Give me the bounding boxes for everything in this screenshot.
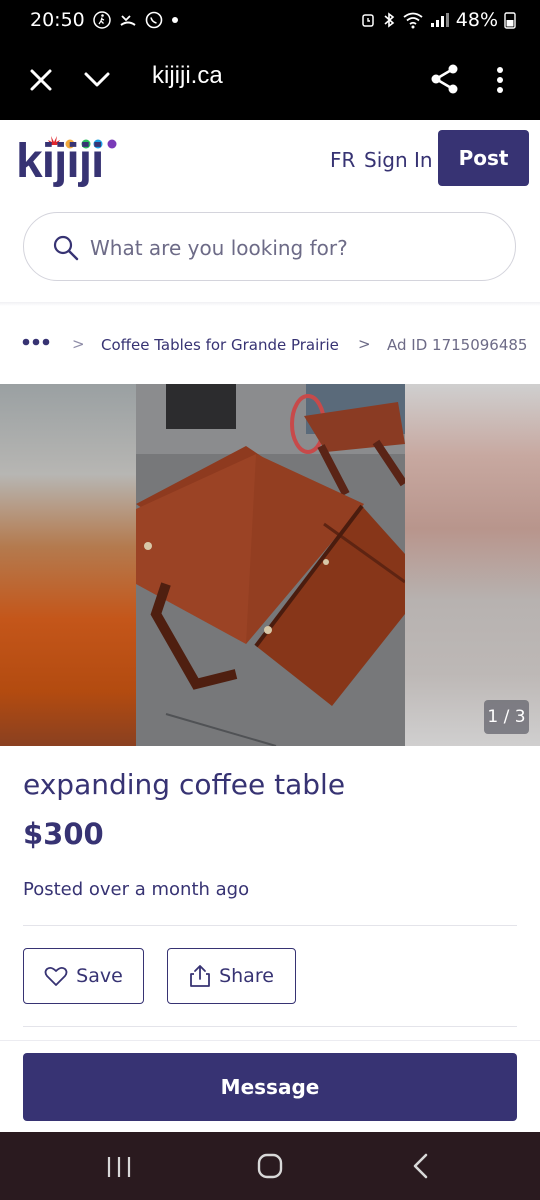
status-right: 48% <box>360 9 516 31</box>
wifi-icon <box>402 11 424 29</box>
battery-icon <box>504 11 516 29</box>
breadcrumb: > Coffee Tables for Grande Prairie > Ad … <box>0 330 540 360</box>
more-vert-icon[interactable] <box>490 64 510 96</box>
breadcrumb-separator: > <box>358 335 371 353</box>
site-header: kijiji FR Sign In Post <box>0 120 540 210</box>
system-nav-bar <box>0 1132 540 1200</box>
missed-call-icon <box>119 11 137 29</box>
status-time: 20:50 <box>30 9 85 31</box>
gallery-counter: 1 / 3 <box>484 700 529 734</box>
share-button[interactable]: Share <box>167 948 296 1004</box>
share-label: Share <box>219 965 274 987</box>
divider <box>23 925 517 926</box>
message-bar: Message <box>0 1040 540 1132</box>
sign-in-link[interactable]: Sign In <box>364 148 433 172</box>
signal-icon <box>430 12 450 28</box>
kijiji-logo[interactable]: kijiji <box>16 128 126 198</box>
home-icon[interactable] <box>256 1152 284 1180</box>
browser-toolbar: kijiji.ca <box>0 40 540 120</box>
search-placeholder: What are you looking for? <box>90 236 348 260</box>
message-button[interactable]: Message <box>23 1053 517 1121</box>
status-bar: 20:50 48% <box>0 0 540 40</box>
save-button[interactable]: Save <box>23 948 144 1004</box>
heart-icon <box>44 966 68 986</box>
listing-price: $300 <box>23 817 104 851</box>
close-icon[interactable] <box>26 65 56 95</box>
gallery-blur-left <box>0 384 136 746</box>
recents-icon[interactable] <box>104 1154 134 1180</box>
breadcrumb-more[interactable] <box>22 334 50 352</box>
header-divider <box>0 302 540 306</box>
gallery-blur-right <box>405 384 540 746</box>
search-icon <box>52 234 80 262</box>
breadcrumb-separator: > <box>72 335 85 353</box>
chevron-down-icon[interactable] <box>82 65 112 95</box>
posted-date: Posted over a month ago <box>23 879 250 900</box>
status-left: 20:50 <box>30 9 179 31</box>
share-icon[interactable] <box>428 62 462 96</box>
listing-title: expanding coffee table <box>23 768 346 801</box>
logo-wordmark: kijiji <box>16 135 104 188</box>
battery-percent: 48% <box>455 9 498 31</box>
notification-dot-icon <box>171 16 179 24</box>
alarm-icon <box>360 12 376 28</box>
url-text[interactable]: kijiji.ca <box>152 62 223 90</box>
walk-icon <box>93 11 111 29</box>
image-gallery[interactable]: 1 / 3 <box>0 384 540 746</box>
bluetooth-icon <box>382 11 396 29</box>
post-button[interactable]: Post <box>438 130 529 186</box>
whatsapp-icon <box>145 11 163 29</box>
language-fr-link[interactable]: FR <box>330 148 355 172</box>
divider <box>23 1026 517 1027</box>
search-input[interactable]: What are you looking for? <box>23 212 516 281</box>
upload-share-icon <box>190 965 210 987</box>
listing-photo[interactable] <box>136 384 405 746</box>
breadcrumb-category[interactable]: Coffee Tables for Grande Prairie <box>101 336 339 354</box>
save-label: Save <box>76 965 123 987</box>
back-icon[interactable] <box>408 1152 434 1180</box>
ad-id: Ad ID 1715096485 <box>387 336 528 354</box>
